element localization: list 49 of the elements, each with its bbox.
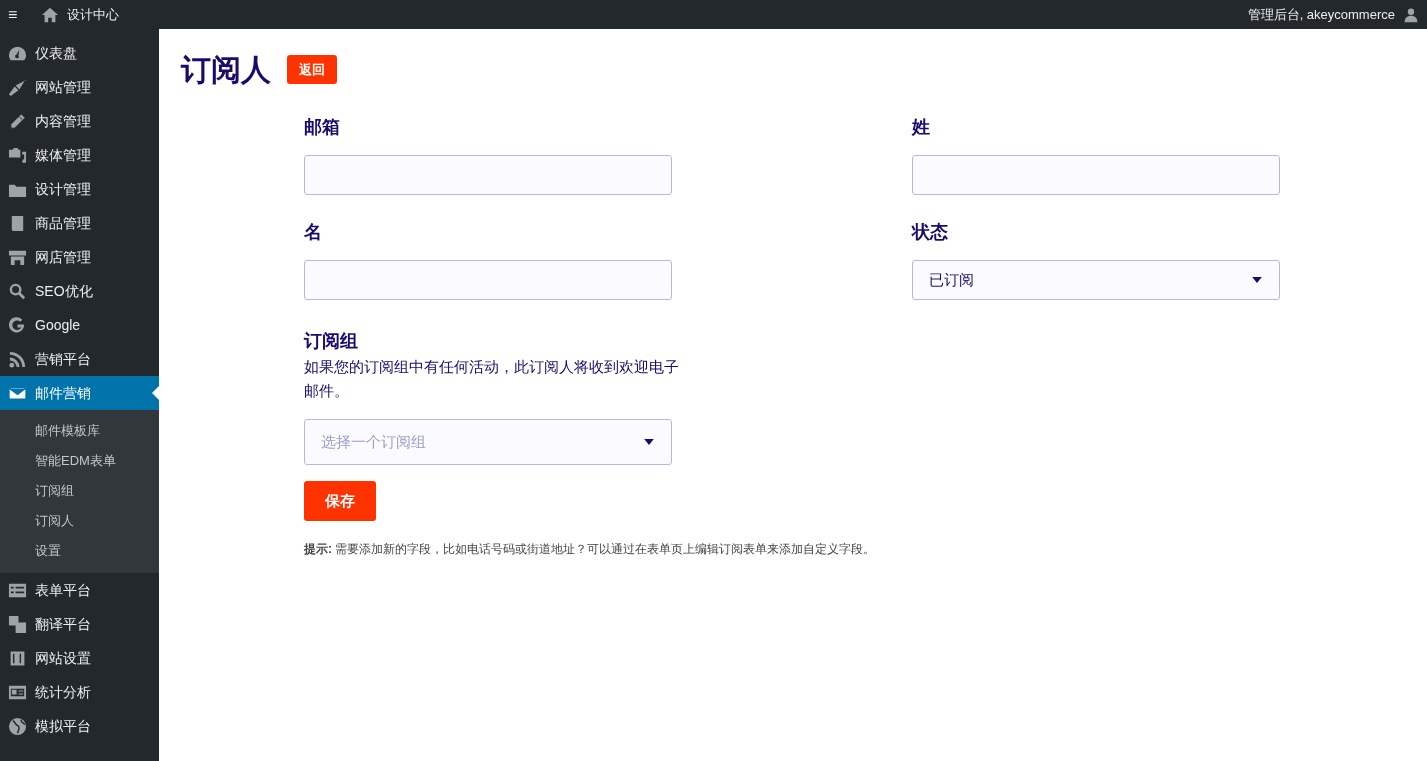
user-icon <box>1403 6 1419 23</box>
save-button[interactable]: 保存 <box>304 481 376 521</box>
status-select[interactable]: 已订阅 <box>912 260 1280 300</box>
submenu-item[interactable]: 订阅组 <box>0 476 159 506</box>
media-icon <box>8 145 27 165</box>
field-label: 状态 <box>912 221 949 244</box>
field-label: 姓 <box>912 116 931 139</box>
page-title: 订阅人 <box>181 52 271 88</box>
submenu-item[interactable]: 智能EDM表单 <box>0 446 159 476</box>
submenu-item[interactable]: 设置 <box>0 536 159 566</box>
help-text: 如果您的订阅组中有任何活动，此订阅人将收到欢迎电子邮件。 <box>304 357 680 401</box>
submenu-item[interactable]: 邮件模板库 <box>0 416 159 446</box>
sliders-icon <box>8 648 27 668</box>
menu-icon[interactable]: ≡ <box>8 2 18 27</box>
sidebar-item[interactable]: 网站设置 <box>0 641 159 675</box>
sidebar-item[interactable]: 翻译平台 <box>0 607 159 641</box>
letter-g-icon <box>8 315 27 335</box>
sidebar-item[interactable]: 表单平台 <box>0 573 159 607</box>
account-name[interactable]: 管理后台, akeycommerce <box>1247 4 1395 25</box>
text-input[interactable] <box>304 155 672 195</box>
sidebar-item[interactable]: Google <box>0 308 159 342</box>
site-name[interactable]: 设计中心 <box>67 4 120 25</box>
sidebar-item[interactable]: 邮件营销 <box>0 376 159 410</box>
text-input[interactable] <box>912 155 1280 195</box>
field-label: 订阅组 <box>304 330 359 353</box>
text-input[interactable] <box>304 260 672 300</box>
sidebar-item[interactable]: 网店管理 <box>0 240 159 274</box>
sidebar-item[interactable]: 设计管理 <box>0 172 159 206</box>
pointer-arrow <box>152 386 159 400</box>
sidebar-item[interactable]: 商品管理 <box>0 206 159 240</box>
submenu-item[interactable]: 订阅人 <box>0 506 159 536</box>
hint-text: 提示: 需要添加新的字段，比如电话号码或街道地址？可以通过在表单页上编辑订阅表单来添加自定义字段。 <box>304 541 877 558</box>
globe-icon <box>8 716 27 736</box>
back-button[interactable]: 返回 <box>287 54 337 85</box>
search-icon <box>8 281 27 301</box>
sidebar-item[interactable]: 统计分析 <box>0 675 159 709</box>
field-label: 邮箱 <box>304 116 341 139</box>
rss-icon <box>8 349 27 369</box>
sidebar-item[interactable]: 营销平台 <box>0 342 159 376</box>
sidebar-item[interactable]: SEO优化 <box>0 274 159 308</box>
sidebar-item[interactable]: 媒体管理 <box>0 138 159 172</box>
pencil-icon <box>8 111 27 131</box>
sidebar-item[interactable]: 模拟平台 <box>0 709 159 743</box>
sidebar-item[interactable]: 内容管理 <box>0 104 159 138</box>
sidebar-item[interactable]: 仪表盘 <box>0 36 159 70</box>
translate-icon <box>8 614 27 634</box>
field-label: 名 <box>304 221 323 244</box>
home-icon <box>41 5 60 24</box>
sidebar-item[interactable]: 网站管理 <box>0 70 159 104</box>
